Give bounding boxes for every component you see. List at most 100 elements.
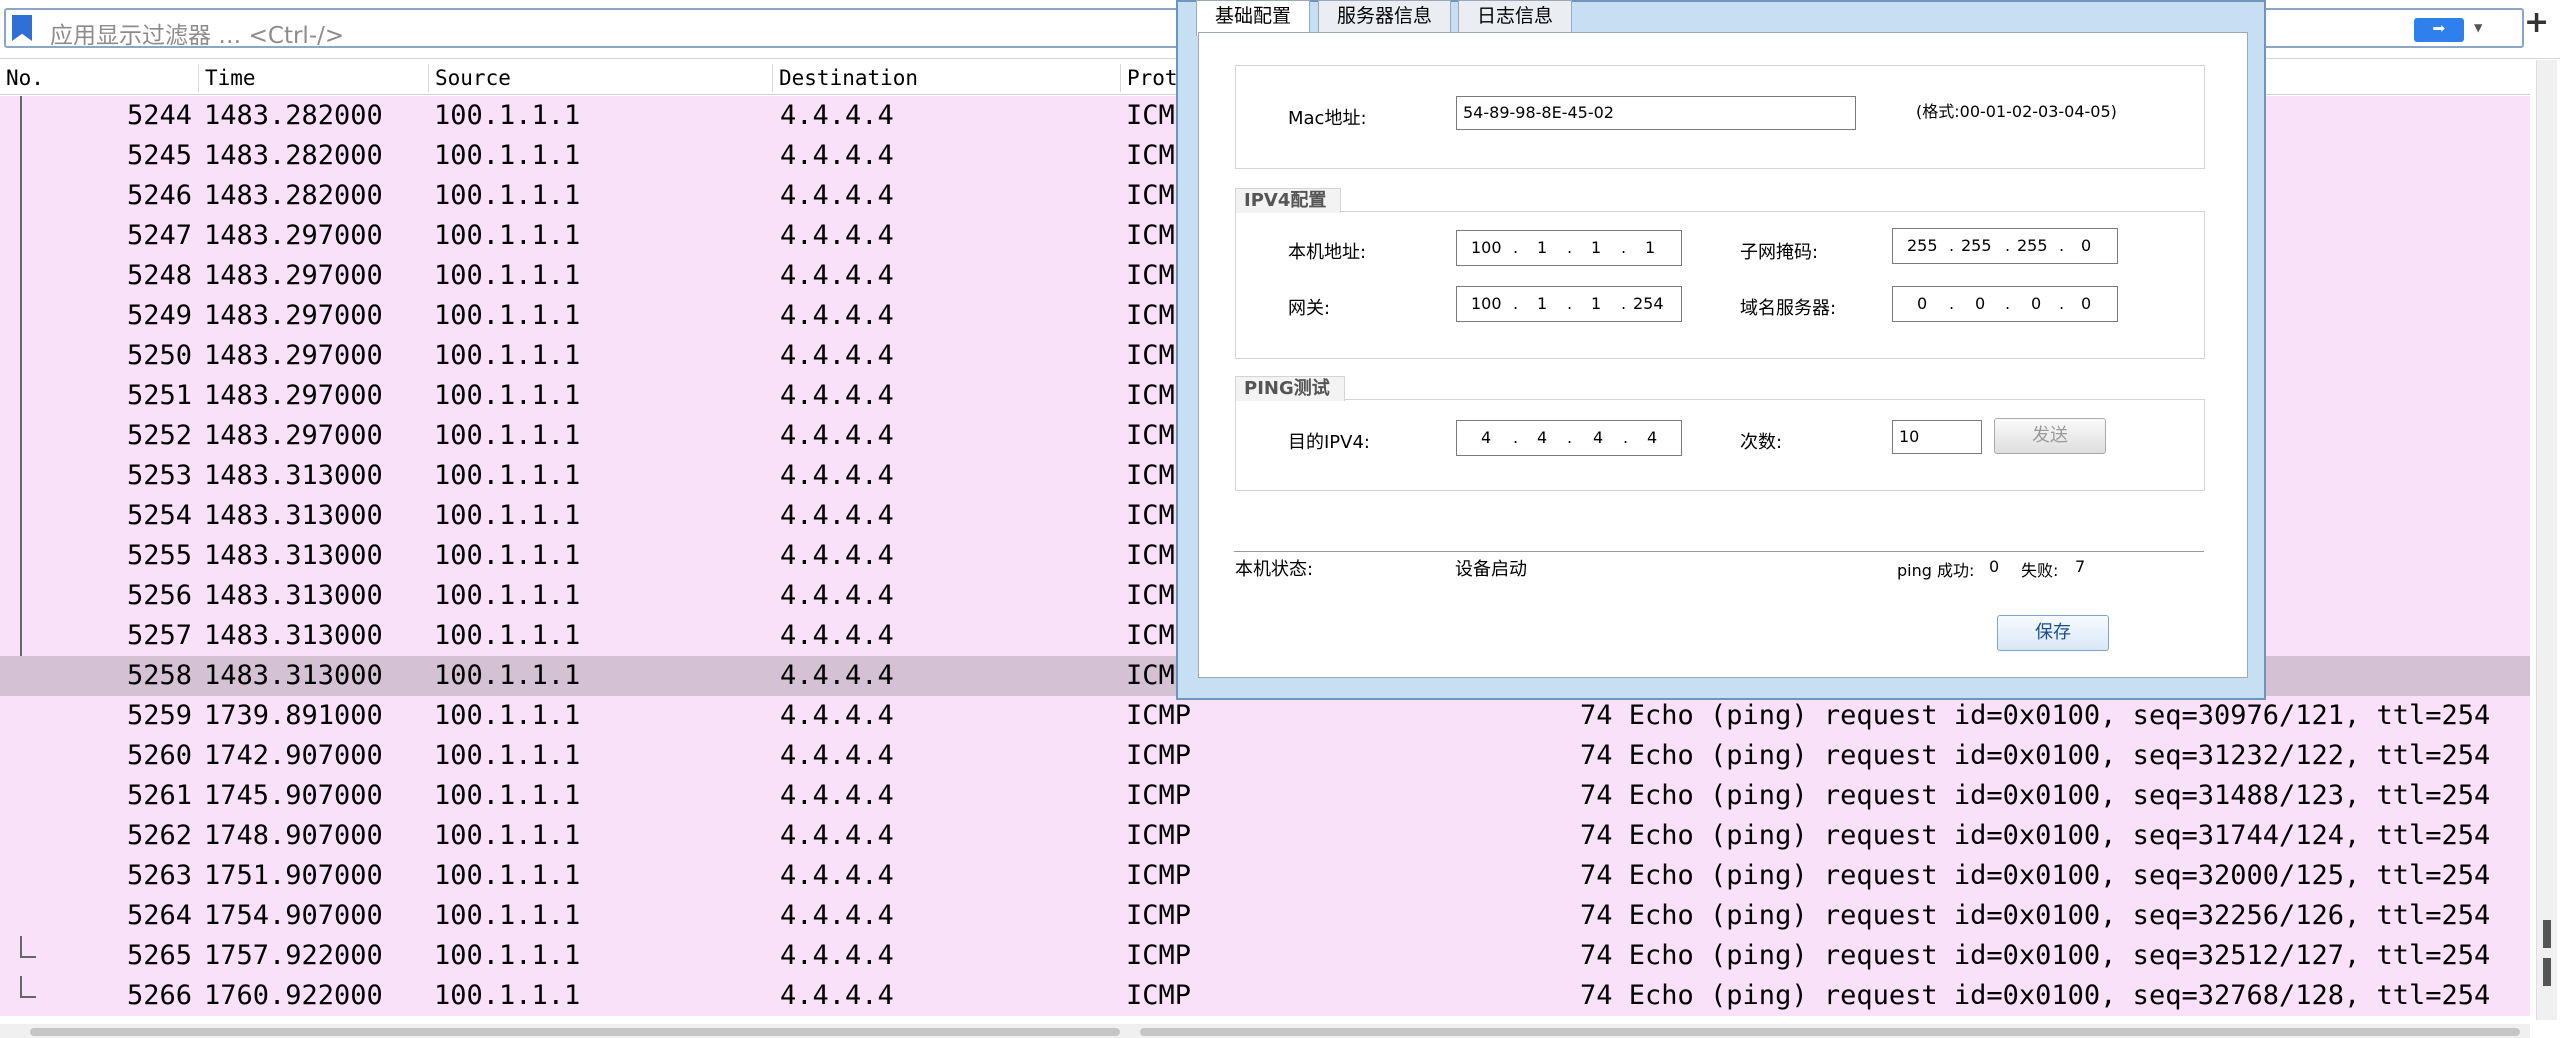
packet-destination: 4.4.4.4 [780,980,894,1011]
packet-destination: 4.4.4.4 [780,740,894,771]
mac-label: Mac地址: [1288,108,1367,129]
ip-octet: 1 [1591,294,1602,313]
packet-no: 5252 [126,420,192,451]
packet-destination: 4.4.4.4 [780,420,894,451]
packet-row[interactable]: 5262 1748.907000 100.1.1.1 4.4.4.4 ICMP 74 Ec… [0,816,2530,856]
ip-octet: 254 [1633,294,1664,313]
add-filter-button-icon[interactable]: + [2524,8,2549,38]
packet-no: 5263 [126,860,192,891]
column-header-source[interactable]: Source [428,64,771,92]
filter-history-dropdown-icon[interactable]: ▼ [2474,20,2490,36]
column-header-destination[interactable]: Destination [772,64,1119,92]
packet-info: 74 Echo (ping) request id=0x0100, seq=31… [1580,820,2491,851]
packet-protocol: ICMP [1126,900,1192,931]
packet-source: 100.1.1.1 [434,100,581,131]
packet-source: 100.1.1.1 [434,580,581,611]
send-button[interactable]: 发送 [1994,418,2106,454]
bookmark-icon[interactable] [12,15,32,41]
packet-row[interactable]: 5265 1757.922000 100.1.1.1 4.4.4.4 ICMP 74 Ec… [0,936,2530,976]
subnet-mask-field[interactable]: 255. 255. 255. 0 [1892,228,2118,264]
column-header-no[interactable]: No. [0,64,198,92]
packet-info: 74 Echo (ping) request id=0x0100, seq=31… [1580,780,2491,811]
tab-basic-config[interactable]: 基础配置 [1196,0,1311,36]
horizontal-scroll-thumb-right[interactable] [1140,1028,2520,1036]
packet-time: 1739.891000 [204,700,383,731]
packet-destination: 4.4.4.4 [780,540,894,571]
packet-time: 1751.907000 [204,860,383,891]
count-label: 次数: [1740,432,1783,453]
packet-source: 100.1.1.1 [434,820,581,851]
packet-no: 5258 [126,660,192,691]
gateway-label: 网关: [1288,298,1331,319]
device-config-dialog: 基础配置 服务器信息 日志信息 Mac地址: 54-89-98-8E-45-02… [1176,0,2266,700]
packet-source: 100.1.1.1 [434,140,581,171]
tab-log-info[interactable]: 日志信息 [1458,0,1573,34]
packet-time: 1483.297000 [204,420,383,451]
packet-protocol: ICMP [1126,700,1192,731]
packet-time: 1748.907000 [204,820,383,851]
packet-time: 1742.907000 [204,740,383,771]
packet-info: 74 Echo (ping) request id=0x0100, seq=31… [1580,740,2491,771]
packet-no: 5264 [126,900,192,931]
packet-info: 74 Echo (ping) request id=0x0100, seq=32… [1580,940,2491,971]
packet-time: 1483.297000 [204,220,383,251]
apply-filter-arrow-icon[interactable]: ➡ [2414,18,2464,42]
local-address-field[interactable]: 100. 1. 1. 1 [1456,230,1682,266]
packet-no: 5250 [126,340,192,371]
packet-info: 74 Echo (ping) request id=0x0100, seq=32… [1580,860,2491,891]
packet-no: 5266 [126,980,192,1011]
packet-no: 5256 [126,580,192,611]
mac-address-field[interactable]: 54-89-98-8E-45-02 [1456,96,1856,130]
ip-octet: 0 [2031,294,2042,313]
horizontal-scroll-thumb-left[interactable] [30,1028,1120,1036]
packet-no: 5255 [126,540,192,571]
packet-destination: 4.4.4.4 [780,460,894,491]
packet-time: 1483.297000 [204,380,383,411]
packet-no: 5259 [126,700,192,731]
packet-source: 100.1.1.1 [434,700,581,731]
packet-source: 100.1.1.1 [434,940,581,971]
packet-source: 100.1.1.1 [434,460,581,491]
packet-row[interactable]: 5266 1760.922000 100.1.1.1 4.4.4.4 ICMP 74 Ec… [0,976,2530,1016]
packet-time: 1483.313000 [204,620,383,651]
packet-destination: 4.4.4.4 [780,500,894,531]
ipv4-group-title: IPV4配置 [1235,188,1342,213]
mac-format-hint: (格式:00-01-02-03-04-05) [1916,102,2117,121]
packet-no: 5248 [126,260,192,291]
ping-fail-label: 失败: [2021,561,2059,580]
packet-source: 100.1.1.1 [434,220,581,251]
packet-time: 1757.922000 [204,940,383,971]
device-status-value: 设备启动 [1455,559,1527,580]
packet-source: 100.1.1.1 [434,260,581,291]
save-button[interactable]: 保存 [1997,615,2109,651]
packet-source: 100.1.1.1 [434,740,581,771]
packet-destination: 4.4.4.4 [780,780,894,811]
packet-time: 1483.313000 [204,460,383,491]
packet-row[interactable]: 5263 1751.907000 100.1.1.1 4.4.4.4 ICMP 74 Ec… [0,856,2530,896]
packet-destination: 4.4.4.4 [780,220,894,251]
packet-row[interactable]: 5264 1754.907000 100.1.1.1 4.4.4.4 ICMP 74 Ec… [0,896,2530,936]
dest-ipv4-field[interactable]: 4. 4. 4. 4 [1456,420,1682,456]
dns-server-field[interactable]: 0. 0. 0. 0 [1892,286,2118,322]
gateway-field[interactable]: 100. 1. 1. 254 [1456,286,1682,322]
packet-no: 5251 [126,380,192,411]
packet-row[interactable]: 5260 1742.907000 100.1.1.1 4.4.4.4 ICMP 74 Ec… [0,736,2530,776]
device-status-label: 本机状态: [1235,559,1314,580]
packet-source: 100.1.1.1 [434,380,581,411]
ip-octet: 0 [1975,294,1986,313]
packet-destination: 4.4.4.4 [780,940,894,971]
packet-source: 100.1.1.1 [434,780,581,811]
ip-octet: 1 [1537,238,1548,257]
horizontal-scrollbar[interactable] [0,1024,2530,1038]
ping-count-field[interactable]: 10 [1892,420,1982,454]
packet-row[interactable]: 5259 1739.891000 100.1.1.1 4.4.4.4 ICMP 74 Ec… [0,696,2530,736]
packet-time: 1483.297000 [204,300,383,331]
packet-row[interactable]: 5261 1745.907000 100.1.1.1 4.4.4.4 ICMP 74 Ec… [0,776,2530,816]
packet-source: 100.1.1.1 [434,660,581,691]
vertical-scrollbar[interactable] [2536,60,2557,1020]
packet-no: 5253 [126,460,192,491]
column-header-time[interactable]: Time [198,64,425,92]
ip-octet: 1 [1537,294,1548,313]
tab-server-info[interactable]: 服务器信息 [1318,0,1452,34]
packet-time: 1745.907000 [204,780,383,811]
